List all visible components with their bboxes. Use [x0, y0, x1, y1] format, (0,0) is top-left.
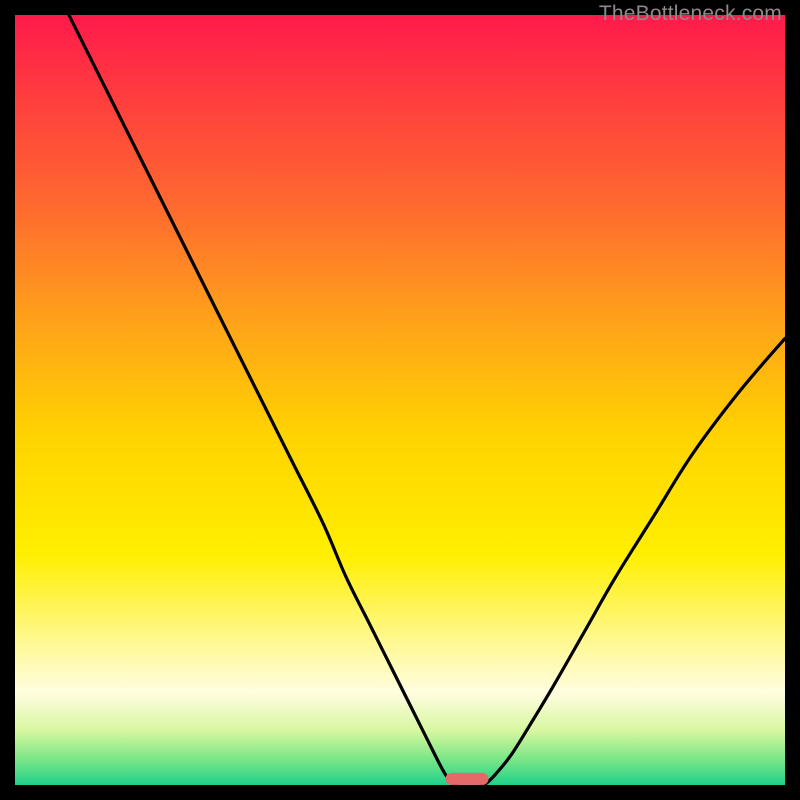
watermark-text: TheBottleneck.com	[599, 2, 782, 26]
chart-frame	[15, 15, 785, 785]
gradient-background	[15, 15, 785, 785]
bottleneck-marker	[445, 773, 488, 785]
bottleneck-chart	[15, 15, 785, 785]
